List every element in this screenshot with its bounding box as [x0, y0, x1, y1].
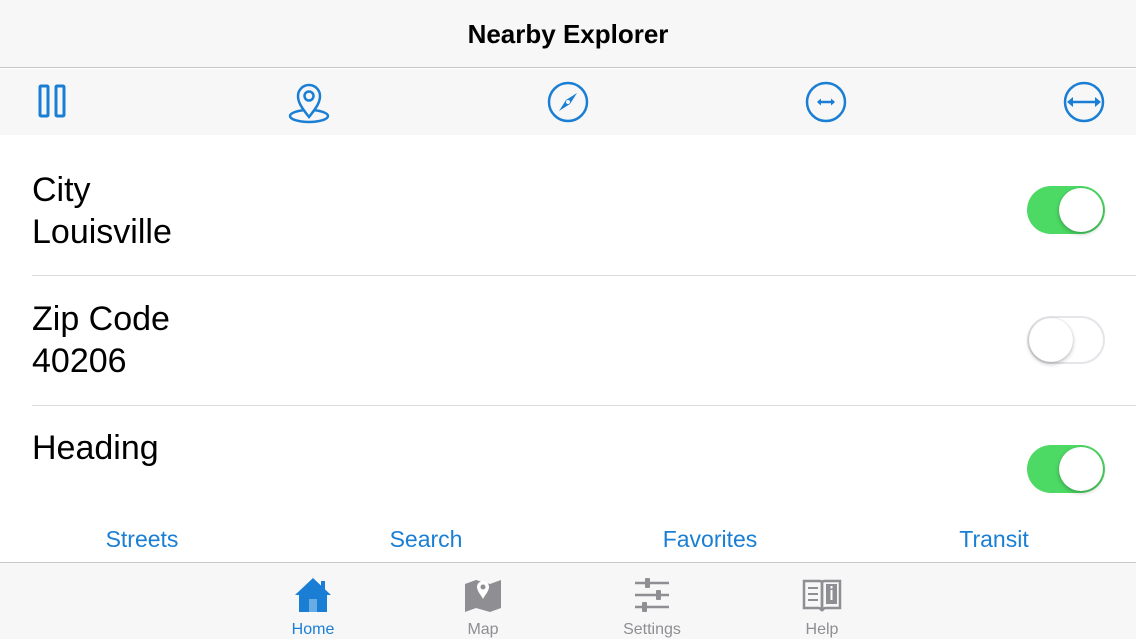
- list-row-zip-code[interactable]: Zip Code 40206: [0, 276, 1136, 406]
- toggle-knob: [1029, 318, 1073, 362]
- book-info-icon: [802, 579, 842, 612]
- home-icon: [295, 578, 331, 612]
- city-toggle[interactable]: [1027, 186, 1105, 234]
- row-label: Zip Code: [32, 300, 170, 338]
- compass-icon: [547, 81, 589, 123]
- wide-range-icon: [1063, 81, 1105, 123]
- row-label: Heading: [32, 429, 159, 467]
- page-title: Nearby Explorer: [467, 19, 669, 49]
- tab-label: Settings: [623, 621, 681, 638]
- app-screen: Nearby Explorer City Louisville Zip Code…: [0, 0, 1136, 639]
- pause-icon: [38, 84, 66, 118]
- sliders-icon: [635, 578, 669, 612]
- narrow-range-icon: [805, 81, 847, 123]
- favorites-link[interactable]: Favorites: [568, 526, 852, 553]
- tab-home[interactable]: Home: [263, 571, 363, 639]
- search-link[interactable]: Search: [284, 526, 568, 553]
- tab-bar: Home Map Settings Help: [0, 562, 1136, 639]
- tab-label: Map: [467, 621, 499, 638]
- toggle-knob: [1059, 188, 1103, 232]
- toolbar: [0, 69, 1136, 135]
- location-pin-icon: [288, 83, 330, 124]
- navigation-bar: Nearby Explorer: [0, 0, 1136, 68]
- location-button[interactable]: [287, 80, 331, 124]
- row-value: Louisville: [32, 213, 172, 251]
- tab-map[interactable]: Map: [433, 571, 533, 639]
- compass-button[interactable]: [546, 80, 590, 124]
- quick-links-bar: Streets Search Favorites Transit: [0, 518, 1136, 562]
- list-row-city[interactable]: City Louisville: [0, 135, 1136, 276]
- pause-button[interactable]: [30, 80, 74, 124]
- row-label: City: [32, 171, 91, 209]
- toggle-knob: [1059, 447, 1103, 491]
- tab-label: Home: [291, 621, 335, 638]
- row-value: 40206: [32, 342, 127, 380]
- transit-link[interactable]: Transit: [852, 526, 1136, 553]
- tab-label: Help: [805, 621, 839, 638]
- list-row-heading[interactable]: Heading: [0, 406, 1136, 518]
- zip-code-toggle[interactable]: [1027, 316, 1105, 364]
- map-icon: [465, 580, 501, 612]
- tab-settings[interactable]: Settings: [602, 571, 702, 639]
- wide-range-button[interactable]: [1062, 80, 1106, 124]
- heading-toggle[interactable]: [1027, 445, 1105, 493]
- streets-link[interactable]: Streets: [0, 526, 284, 553]
- narrow-range-button[interactable]: [804, 80, 848, 124]
- tab-help[interactable]: Help: [772, 571, 872, 639]
